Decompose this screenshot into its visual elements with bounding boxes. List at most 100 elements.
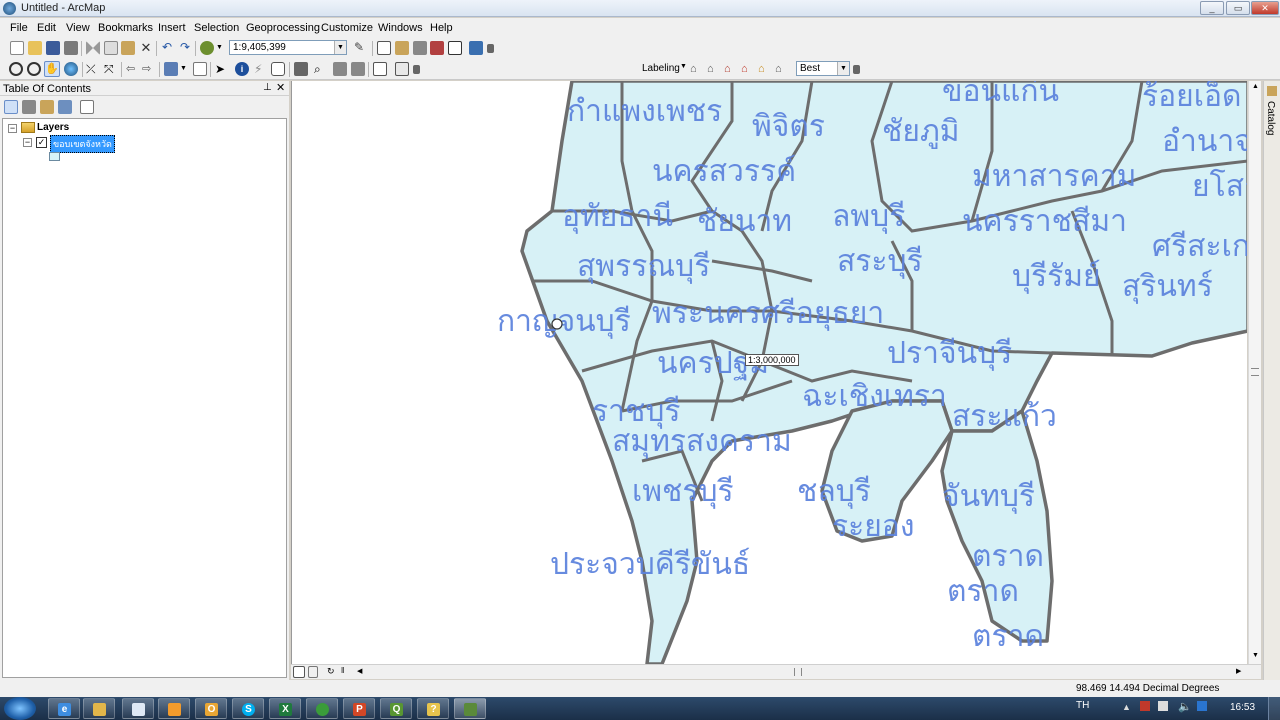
menu-insert[interactable]: Insert bbox=[158, 22, 186, 34]
find-route-icon[interactable] bbox=[333, 62, 347, 76]
input-language[interactable]: TH bbox=[1076, 700, 1089, 711]
taskbar-help[interactable]: ? bbox=[417, 698, 449, 719]
labeling-dropdown-icon[interactable]: ▼ bbox=[680, 63, 687, 70]
zoom-in-icon[interactable] bbox=[9, 62, 23, 76]
scroll-thumb-grip[interactable] bbox=[1251, 368, 1259, 376]
full-extent-globe-icon[interactable] bbox=[64, 62, 78, 76]
menu-file[interactable]: File bbox=[10, 22, 28, 34]
refresh-icon[interactable]: ↻ bbox=[327, 666, 337, 678]
map-canvas[interactable]: กำแพงเพชร พิจิตร ชัยภูมิ ขอนแก่น ร้อยเอ็… bbox=[292, 81, 1247, 664]
layer-symbol-patch[interactable] bbox=[49, 152, 60, 161]
taskbar-powerpoint[interactable]: P bbox=[343, 698, 375, 719]
layer-name[interactable]: ขอบเขตจังหวัด bbox=[50, 135, 115, 153]
pause-drawing-icon[interactable]: ‖ bbox=[341, 666, 351, 678]
add-data-icon[interactable] bbox=[200, 41, 214, 55]
close-icon[interactable]: ✕ bbox=[276, 81, 285, 94]
close-button[interactable]: ✕ bbox=[1251, 1, 1279, 15]
measure-icon[interactable] bbox=[294, 62, 308, 76]
time-slider-icon[interactable] bbox=[395, 62, 409, 76]
list-by-selection-icon[interactable] bbox=[58, 100, 72, 114]
arctoolbox-icon[interactable] bbox=[430, 41, 444, 55]
bluetooth-icon[interactable] bbox=[1197, 701, 1207, 711]
horizontal-scroll-thumb[interactable] bbox=[794, 668, 802, 676]
pin-icon[interactable]: ⊥ bbox=[263, 82, 272, 93]
taskbar-arcmap[interactable] bbox=[454, 698, 486, 719]
select-dropdown-icon[interactable]: ▼ bbox=[180, 65, 187, 79]
select-elements-arrow-icon[interactable]: ➤ bbox=[215, 62, 229, 76]
fixed-zoom-in-icon[interactable]: ⤫ bbox=[86, 62, 100, 76]
toolbar-options-icon[interactable] bbox=[487, 44, 494, 53]
redo-icon[interactable]: ↷ bbox=[178, 41, 192, 55]
zoom-out-icon[interactable] bbox=[27, 62, 41, 76]
taskbar-explorer[interactable] bbox=[83, 698, 115, 719]
taskbar-notepad[interactable] bbox=[122, 698, 154, 719]
taskbar-media-player[interactable] bbox=[158, 698, 190, 719]
clock[interactable]: 16:53 bbox=[1230, 702, 1255, 713]
save-icon[interactable] bbox=[46, 41, 60, 55]
pan-hand-icon[interactable]: ✋ bbox=[44, 61, 60, 77]
catalog-tab-label[interactable]: Catalog bbox=[1265, 101, 1276, 135]
expand-collapse-icon[interactable]: − bbox=[8, 124, 17, 133]
taskbar-excel[interactable]: X bbox=[269, 698, 301, 719]
pause-labeling-icon[interactable]: ⌂ bbox=[724, 62, 738, 76]
go-to-xy-icon[interactable] bbox=[351, 62, 365, 76]
scroll-left-icon[interactable]: ◀ bbox=[357, 667, 362, 675]
menu-view[interactable]: View bbox=[66, 22, 90, 34]
scroll-right-icon[interactable]: ▶ bbox=[1236, 667, 1241, 675]
action-center-icon[interactable] bbox=[1140, 701, 1150, 711]
layer-visibility-checkbox[interactable]: ✓ bbox=[36, 137, 47, 148]
clear-selection-icon[interactable] bbox=[193, 62, 207, 76]
lock-labels-icon[interactable]: ⌂ bbox=[707, 62, 721, 76]
html-popup-icon[interactable] bbox=[271, 62, 285, 76]
print-icon[interactable] bbox=[64, 41, 78, 55]
scroll-down-icon[interactable]: ▼ bbox=[1252, 652, 1259, 659]
list-by-drawing-order-icon[interactable] bbox=[4, 100, 18, 114]
start-button[interactable] bbox=[4, 697, 36, 720]
cut-icon[interactable] bbox=[86, 41, 100, 55]
undo-icon[interactable]: ↶ bbox=[160, 41, 174, 55]
delete-icon[interactable]: ✕ bbox=[139, 41, 153, 55]
add-data-dropdown-icon[interactable]: ▼ bbox=[216, 41, 230, 55]
data-view-icon[interactable] bbox=[293, 666, 305, 678]
catalog-window-icon[interactable] bbox=[395, 41, 409, 55]
forward-extent-icon[interactable]: ⇨ bbox=[142, 62, 156, 76]
paste-icon[interactable] bbox=[121, 41, 135, 55]
find-binoculars-icon[interactable]: ⌕ bbox=[314, 62, 328, 76]
maximize-button[interactable]: ▭ bbox=[1226, 1, 1250, 15]
list-by-visibility-icon[interactable] bbox=[40, 100, 54, 114]
hyperlink-icon[interactable]: ⚡ bbox=[254, 62, 268, 76]
menu-edit[interactable]: Edit bbox=[37, 22, 56, 34]
map-view[interactable]: กำแพงเพชร พิจิตร ชัยภูมิ ขอนแก่น ร้อยเอ็… bbox=[291, 81, 1247, 664]
catalog-side-tab[interactable]: Catalog bbox=[1263, 81, 1280, 680]
expand-collapse-icon[interactable]: − bbox=[23, 138, 32, 147]
taskbar-outlook[interactable]: O bbox=[195, 698, 227, 719]
fixed-zoom-out-icon[interactable]: ⤧ bbox=[104, 62, 118, 76]
menu-windows[interactable]: Windows bbox=[378, 22, 423, 34]
layout-view-icon[interactable] bbox=[308, 666, 318, 678]
toc-options-icon[interactable] bbox=[80, 100, 94, 114]
select-features-icon[interactable] bbox=[164, 62, 178, 76]
list-by-source-icon[interactable] bbox=[22, 100, 36, 114]
menu-geoprocessing[interactable]: Geoprocessing bbox=[246, 22, 320, 34]
taskbar-skype[interactable]: S bbox=[232, 698, 264, 719]
taskbar-internet-explorer[interactable]: e bbox=[48, 698, 80, 719]
map-scale-combo[interactable]: 1:9,405,399 ▼ bbox=[229, 40, 347, 55]
menu-bookmarks[interactable]: Bookmarks bbox=[98, 22, 153, 34]
table-of-contents-icon[interactable] bbox=[377, 41, 391, 55]
view-unplaced-labels-icon[interactable]: ⌂ bbox=[741, 62, 755, 76]
chevron-down-icon[interactable]: ▼ bbox=[837, 62, 849, 75]
menu-selection[interactable]: Selection bbox=[194, 22, 239, 34]
label-quality-combo[interactable]: Best ▼ bbox=[796, 61, 850, 76]
toolbar-options-icon[interactable] bbox=[413, 65, 420, 74]
chevron-down-icon[interactable]: ▼ bbox=[334, 41, 346, 54]
create-viewer-window-icon[interactable] bbox=[373, 62, 387, 76]
toolbar-options-icon[interactable] bbox=[853, 65, 860, 74]
scroll-up-icon[interactable]: ▲ bbox=[1252, 83, 1259, 90]
labeling-menu[interactable]: Labeling bbox=[642, 63, 680, 74]
open-folder-icon[interactable] bbox=[28, 41, 42, 55]
network-icon[interactable] bbox=[1158, 701, 1168, 711]
label-weight-icon[interactable]: ⌂ bbox=[775, 62, 789, 76]
tray-chevron-icon[interactable]: ▲ bbox=[1122, 702, 1131, 712]
show-desktop-button[interactable] bbox=[1268, 697, 1280, 720]
back-extent-icon[interactable]: ⇦ bbox=[126, 62, 140, 76]
